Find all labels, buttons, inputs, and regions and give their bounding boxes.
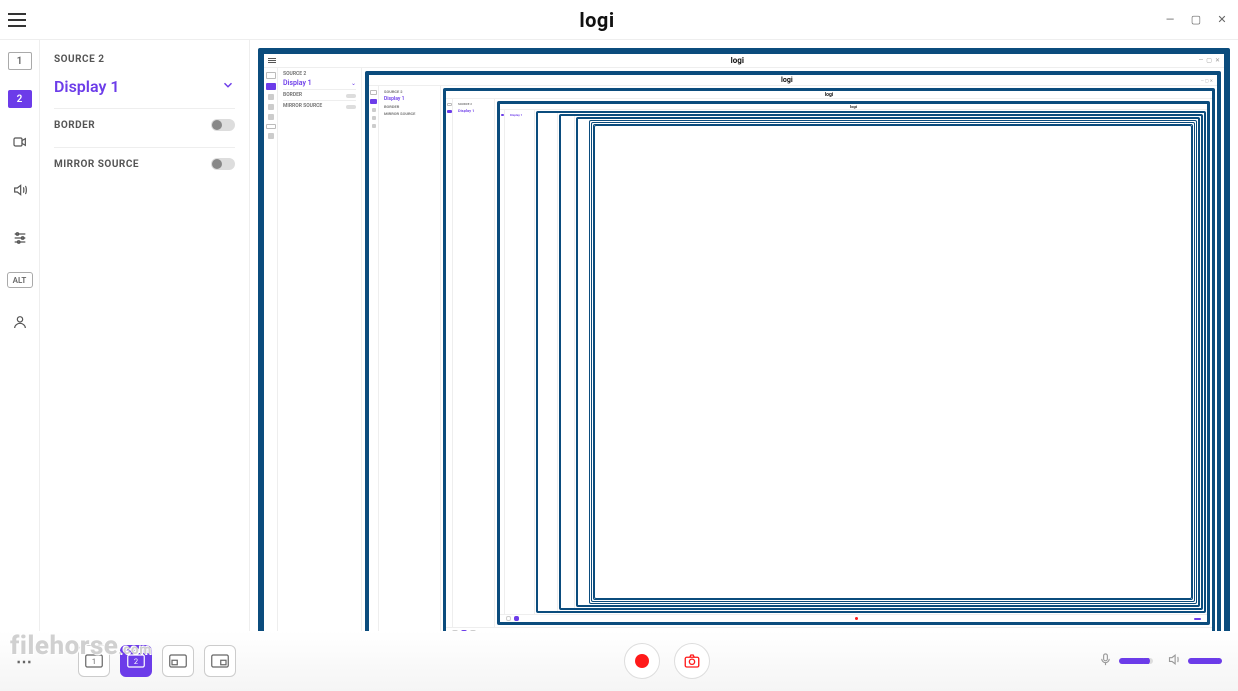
user-icon[interactable] [6, 308, 34, 336]
border-toggle[interactable] [211, 119, 235, 131]
record-icon [635, 654, 649, 668]
recursion-level: logi —▢✕ SOURCE 2 Display 1⌄ BORDER MIRR… [264, 54, 1224, 677]
minimize-button[interactable]: — [1162, 12, 1178, 28]
speaker-icon [1167, 652, 1182, 671]
border-option: BORDER [54, 108, 235, 141]
speaker-slider[interactable] [1188, 658, 1222, 664]
menu-icon[interactable] [8, 8, 32, 32]
preview-capture: logi —▢✕ SOURCE 2 Display 1⌄ BORDER MIRR… [258, 48, 1230, 683]
chevron-down-icon [221, 77, 235, 96]
settings-panel: SOURCE 2 Display 1 BORDER MIRROR SOURCE [40, 40, 250, 691]
main: 1 2 ALT SOURCE 2 Display 1 BORDER MIR [0, 40, 1238, 691]
mirror-toggle[interactable] [211, 158, 235, 170]
audio-icon[interactable] [6, 176, 34, 204]
mic-icon [1098, 652, 1113, 671]
watermark: filehorse.com [10, 630, 152, 661]
scene-button-3[interactable] [162, 645, 194, 677]
mic-control[interactable] [1098, 652, 1153, 671]
alt-badge[interactable]: ALT [7, 272, 33, 288]
sliders-icon[interactable] [6, 224, 34, 252]
source-name: Display 1 [54, 77, 120, 96]
sidebar-scene-2[interactable]: 2 [8, 90, 32, 108]
recursion-level: logi— ▢ ✕ SOURCE 2 Display 1 BORDER MIRR… [365, 71, 1221, 658]
titlebar: logi — ▢ ✕ [0, 0, 1238, 40]
record-button[interactable] [624, 643, 660, 679]
source-label: SOURCE 2 [54, 54, 235, 65]
speaker-control[interactable] [1167, 652, 1222, 671]
recursion-level: logi Display 1 [497, 101, 1210, 625]
window-controls: — ▢ ✕ [1162, 12, 1230, 28]
sidebar-scene-1[interactable]: 1 [8, 52, 32, 70]
screenshot-button[interactable] [674, 643, 710, 679]
maximize-button[interactable]: ▢ [1188, 12, 1204, 28]
mic-slider[interactable] [1119, 658, 1153, 664]
source-selector[interactable]: Display 1 [54, 71, 235, 102]
app-logo: logi [579, 8, 614, 32]
camera-icon[interactable] [6, 128, 34, 156]
recording-controls [624, 643, 710, 679]
left-rail: 1 2 ALT [0, 40, 40, 691]
scene-button-4[interactable] [204, 645, 236, 677]
recursion-level: logi SOURCE 2Display 1 [443, 88, 1215, 640]
mirror-label: MIRROR SOURCE [54, 159, 139, 170]
close-button[interactable]: ✕ [1214, 12, 1230, 28]
mirror-option: MIRROR SOURCE [54, 147, 235, 180]
preview-area: logi —▢✕ SOURCE 2 Display 1⌄ BORDER MIRR… [250, 40, 1238, 691]
border-label: BORDER [54, 120, 95, 131]
audio-controls [1098, 652, 1222, 671]
bottom-bar: ⋯ 1 2 [0, 631, 1238, 691]
